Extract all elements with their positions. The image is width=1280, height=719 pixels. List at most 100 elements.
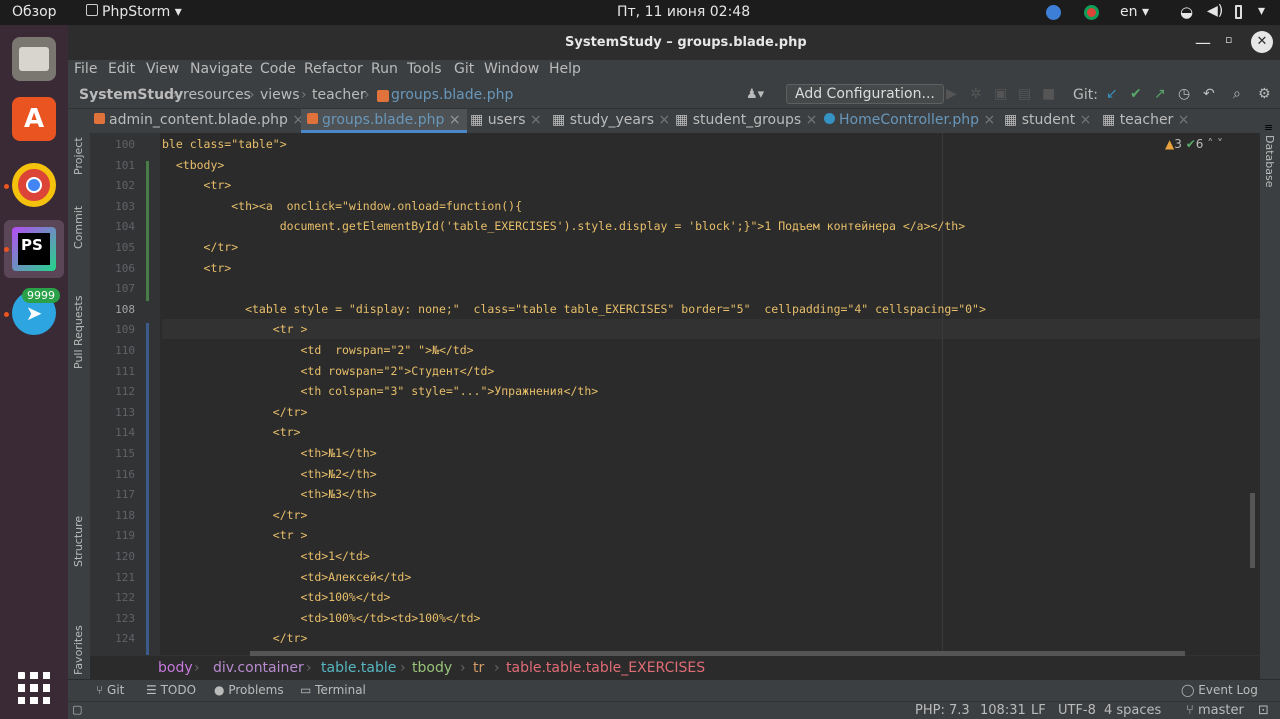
clock[interactable]: Пт, 11 июня 02:48	[617, 4, 750, 20]
git-rollback-icon[interactable]: ↶	[1203, 86, 1215, 102]
git-commit-icon[interactable]: ✔	[1130, 86, 1142, 102]
breadcrumb-views[interactable]: views	[260, 87, 300, 103]
git-history-icon[interactable]: ◷	[1178, 86, 1190, 102]
phpstorm-icon[interactable]: PS	[12, 227, 56, 271]
indent-setting[interactable]: 4 spaces	[1104, 703, 1161, 718]
breadcrumb-resources[interactable]: resources	[183, 87, 251, 103]
git-tool-button[interactable]: ⑂ Git	[96, 683, 124, 697]
running-indicator	[4, 184, 9, 189]
crumb-div-container[interactable]: div.container	[213, 660, 304, 676]
menu-navigate[interactable]: Navigate	[190, 61, 253, 77]
tab-student-groups[interactable]: ▦ student_groups ×	[675, 109, 817, 133]
breadcrumb-teacher[interactable]: teacher	[312, 87, 366, 103]
tab-groups-active[interactable]: groups.blade.php ×	[301, 109, 467, 133]
close-tab-icon[interactable]: ×	[1178, 112, 1190, 128]
menu-refactor[interactable]: Refactor	[304, 61, 363, 77]
git-update-icon[interactable]: ↙	[1106, 86, 1118, 102]
terminal-tool-button[interactable]: ▭ Terminal	[300, 683, 366, 697]
tab-home-controller[interactable]: HomeController.php ×	[824, 109, 995, 133]
maximize-icon[interactable]: ▫	[1225, 33, 1232, 46]
profile-icon[interactable]: ▤	[1018, 86, 1031, 102]
php-version[interactable]: PHP: 7.3	[915, 703, 970, 718]
tab-admin-content[interactable]: admin_content.blade.php ×	[94, 109, 304, 133]
chrome-icon[interactable]	[12, 163, 56, 207]
wifi-icon[interactable]: ◒	[1180, 3, 1193, 21]
code-line: <td>100%</td>	[162, 590, 391, 605]
debug-icon[interactable]: ✲	[970, 86, 982, 102]
menu-view[interactable]: View	[146, 61, 179, 77]
menu-edit[interactable]: Edit	[108, 61, 135, 77]
close-tab-icon[interactable]: ×	[659, 112, 671, 128]
crumb-table-exercises[interactable]: table.table.table_EXERCISES	[506, 660, 705, 676]
inspection-widget[interactable]: ▲3 ✔6 ˄ ˅	[1165, 137, 1223, 151]
pull-requests-tool-tab[interactable]: Pull Requests	[72, 296, 85, 369]
app-menu[interactable]: PhpStorm ▾	[86, 4, 182, 20]
volume-icon[interactable]: ◀)	[1207, 3, 1223, 19]
run-icon[interactable]: ▶	[946, 86, 957, 102]
database-tool-tab[interactable]: Database	[1263, 135, 1276, 188]
caret-position[interactable]: 108:31	[980, 703, 1026, 718]
menu-window[interactable]: Window	[484, 61, 539, 77]
table-icon: ▦	[1004, 112, 1018, 128]
menu-run[interactable]: Run	[371, 61, 398, 77]
menu-git[interactable]: Git	[454, 61, 474, 77]
battery-icon[interactable]	[1235, 5, 1242, 19]
crumb-body[interactable]: body	[158, 660, 193, 676]
project-tool-tab[interactable]: Project	[72, 137, 85, 175]
user-icon[interactable]: ♟▾	[746, 87, 764, 102]
menu-help[interactable]: Help	[549, 61, 581, 77]
crumb-table[interactable]: table.table	[321, 660, 396, 676]
tab-student[interactable]: ▦ student ×	[1004, 109, 1091, 133]
close-icon[interactable]: ✕	[1251, 31, 1273, 53]
code-line: <th>№1</th>	[162, 446, 377, 460]
close-tab-icon[interactable]: ×	[530, 112, 542, 128]
problems-tool-button[interactable]: ● Problems	[214, 683, 284, 697]
coverage-icon[interactable]: ▣	[994, 86, 1007, 102]
event-log-button[interactable]: ◯ Event Log	[1181, 683, 1258, 697]
favorites-tool-tab[interactable]: Favorites	[72, 625, 85, 675]
minimize-icon[interactable]: —	[1195, 33, 1211, 52]
git-push-icon[interactable]: ↗	[1154, 86, 1166, 102]
add-configuration-button[interactable]: Add Configuration...	[786, 84, 944, 104]
structure-tool-tab[interactable]: Structure	[72, 516, 85, 567]
horizontal-scrollbar[interactable]	[250, 651, 1185, 656]
show-applications-icon[interactable]	[18, 672, 50, 704]
system-menu-chevron-icon[interactable]: ▾	[1258, 3, 1265, 19]
crumb-tbody[interactable]: tbody	[412, 660, 452, 676]
breadcrumb-file[interactable]: groups.blade.php	[391, 87, 513, 103]
commit-tool-tab[interactable]: Commit	[72, 206, 85, 249]
tab-teacher[interactable]: ▦ teacher ×	[1102, 109, 1190, 133]
network-indicator-icon[interactable]	[1046, 5, 1061, 20]
close-tab-icon[interactable]: ×	[1080, 112, 1092, 128]
line-separator[interactable]: LF	[1031, 703, 1046, 718]
menu-tools[interactable]: Tools	[407, 61, 442, 77]
settings-icon[interactable]: ⚙	[1258, 86, 1271, 102]
code-line: <th>№3</th>	[162, 487, 377, 502]
code-editor[interactable]: 100 101 102 103 104 105 106 107 108 109 110 111 112 1…	[90, 133, 1260, 678]
search-icon[interactable]: ⌕	[1233, 86, 1241, 102]
activities-button[interactable]: Обзор	[12, 4, 57, 20]
files-icon[interactable]	[12, 37, 56, 81]
breadcrumb-project[interactable]: SystemStudy	[79, 87, 183, 103]
todo-tool-button[interactable]: ☰ TODO	[146, 683, 196, 697]
tab-users[interactable]: ▦ users ×	[470, 109, 542, 133]
git-branch[interactable]: ⑂ master	[1186, 703, 1244, 718]
language-selector[interactable]: en ▾	[1120, 4, 1149, 20]
menu-file[interactable]: File	[74, 61, 97, 77]
close-tab-icon[interactable]: ×	[806, 112, 818, 128]
menu-code[interactable]: Code	[260, 61, 296, 77]
close-tab-icon[interactable]: ×	[983, 112, 995, 128]
close-tab-icon[interactable]: ×	[449, 112, 461, 128]
chrome-tray-icon[interactable]	[1084, 5, 1099, 20]
crumb-separator: ›	[194, 660, 200, 676]
crumb-separator: ›	[306, 660, 312, 676]
file-encoding[interactable]: UTF-8	[1058, 703, 1096, 718]
lock-icon[interactable]: ⊡	[1258, 703, 1269, 718]
editor-scrollbar[interactable]	[1250, 493, 1255, 568]
software-center-icon[interactable]: A	[12, 97, 56, 141]
toggle-tool-windows-icon[interactable]: ▢	[72, 703, 82, 716]
code-line: <tbody>	[162, 157, 225, 172]
tab-study-years[interactable]: ▦ study_years ×	[552, 109, 670, 133]
crumb-tr[interactable]: tr	[473, 660, 484, 676]
stop-icon[interactable]: ■	[1042, 86, 1055, 102]
